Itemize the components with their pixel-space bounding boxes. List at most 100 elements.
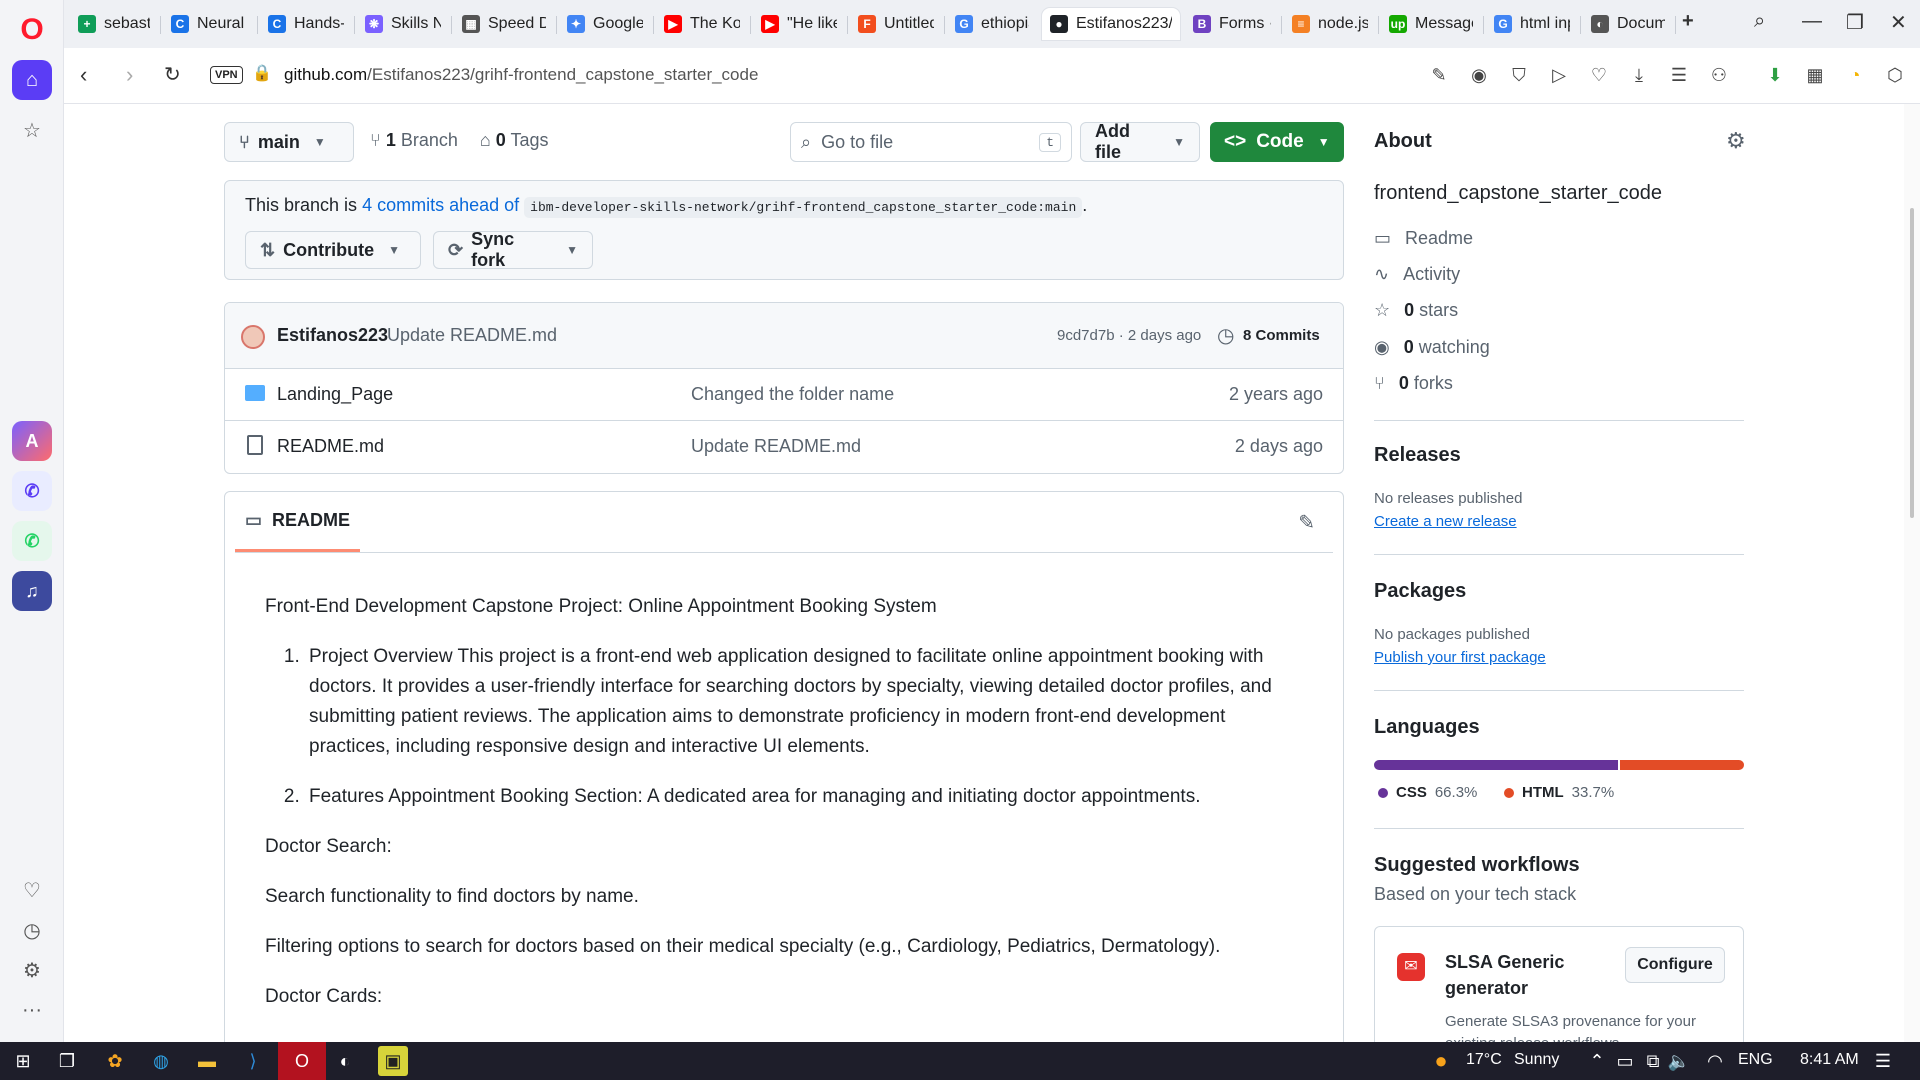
bookmark-heart-icon[interactable]: ♡: [1588, 64, 1610, 86]
add-file-button[interactable]: Add file ▼: [1080, 121, 1200, 162]
volume-icon[interactable]: 🔈: [1666, 1048, 1692, 1074]
commit-message[interactable]: Update README.md: [387, 325, 557, 346]
download-icon[interactable]: ⤓: [1628, 64, 1650, 86]
language-css[interactable]: CSS 66.3%: [1378, 784, 1477, 801]
activity-link[interactable]: ∿ Activity: [1374, 264, 1460, 285]
configure-button[interactable]: Configure: [1625, 947, 1725, 983]
vscode-icon[interactable]: ⟩: [240, 1048, 266, 1074]
history-icon[interactable]: ◷: [12, 910, 52, 950]
browser-tab[interactable]: up Message: [1381, 8, 1481, 40]
extension-download-icon[interactable]: ⬇: [1764, 64, 1786, 86]
edge-icon[interactable]: ◍: [148, 1048, 174, 1074]
browser-tab[interactable]: F Untitled: [850, 8, 942, 40]
browser-tab[interactable]: ● Estifanos223/gr: [1042, 8, 1180, 40]
color-extension-icon[interactable]: ◔: [1844, 64, 1866, 86]
easy-setup-icon[interactable]: ☰: [1668, 64, 1690, 86]
home-icon[interactable]: ⌂: [12, 60, 52, 100]
scrollbar-thumb[interactable]: [1910, 208, 1914, 518]
messenger-icon[interactable]: ✆: [12, 471, 52, 511]
browser-tab[interactable]: ✦ Google C: [559, 8, 651, 40]
copilot-icon[interactable]: ✿: [102, 1048, 128, 1074]
weather-condition[interactable]: Sunny: [1514, 1051, 1559, 1069]
search-tabs-icon[interactable]: ⌕: [1754, 10, 1765, 33]
minimize-icon[interactable]: —: [1802, 10, 1822, 33]
language-html[interactable]: HTML 33.7%: [1504, 784, 1614, 801]
app-icon[interactable]: ▣: [378, 1046, 408, 1076]
browser-tab[interactable]: + sebastian: [70, 8, 158, 40]
new-tab-button[interactable]: +: [1682, 10, 1694, 33]
releases-title[interactable]: Releases: [1374, 444, 1461, 467]
file-explorer-icon[interactable]: ▬: [194, 1048, 220, 1074]
commits-link[interactable]: 8 Commits: [1243, 327, 1320, 344]
browser-tab[interactable]: B Forms · B: [1185, 8, 1279, 40]
create-release-link[interactable]: Create a new release: [1374, 513, 1517, 530]
heart-icon[interactable]: ♡: [12, 870, 52, 910]
star-icon[interactable]: ☆: [12, 110, 52, 150]
edit-readme-icon[interactable]: ✎: [1298, 510, 1315, 535]
play-icon[interactable]: ▷: [1548, 64, 1570, 86]
file-name[interactable]: README.md: [277, 436, 384, 457]
vpn-badge[interactable]: VPN: [210, 66, 243, 84]
browser-tab[interactable]: ▦ Speed D: [454, 8, 554, 40]
battery-icon[interactable]: ▭: [1612, 1048, 1638, 1074]
file-row-landing-page[interactable]: Landing_Page Changed the folder name 2 y…: [225, 369, 1343, 421]
wifi-icon[interactable]: ◠: [1702, 1048, 1728, 1074]
more-icon[interactable]: ···: [12, 990, 52, 1030]
back-icon[interactable]: ‹: [80, 62, 87, 88]
readme-tab[interactable]: ▭ README: [235, 492, 361, 552]
browser-tab[interactable]: C Hands-o: [260, 8, 352, 40]
commit-hash-time[interactable]: 9cd7d7b · 2 days ago: [1057, 327, 1201, 344]
tags-link[interactable]: ⌂ 0 Tags: [480, 130, 549, 151]
clock[interactable]: 8:41 AM: [1800, 1051, 1859, 1069]
aria-app-icon[interactable]: A: [12, 421, 52, 461]
stars-link[interactable]: ☆ 0 stars: [1374, 300, 1458, 321]
readme-link[interactable]: ▭ Readme: [1374, 228, 1473, 249]
browser-tab[interactable]: C Neural N: [163, 8, 255, 40]
code-button[interactable]: <> Code ▼: [1210, 122, 1344, 162]
browser-tab[interactable]: ▶ The Kore: [656, 8, 748, 40]
edit-page-icon[interactable]: ✎: [1428, 64, 1450, 86]
weather-temp[interactable]: 17°C: [1466, 1051, 1502, 1069]
restore-icon[interactable]: ❐: [1846, 10, 1864, 35]
avatar[interactable]: [241, 325, 265, 349]
windows-start-icon[interactable]: ⊞: [10, 1048, 36, 1074]
opera-taskbar-icon[interactable]: O: [278, 1042, 326, 1080]
branches-link[interactable]: ⑂ 1 Branch: [370, 130, 458, 151]
tray-chevron-icon[interactable]: ⌃: [1584, 1048, 1610, 1074]
commits-ahead-link[interactable]: 4 commits ahead of: [362, 195, 519, 215]
browser-tab[interactable]: Ghtml inp: [1486, 8, 1578, 40]
opera-logo-icon[interactable]: O: [16, 12, 48, 48]
watchers-link[interactable]: ◉ 0 watching: [1374, 337, 1490, 358]
music-player-icon[interactable]: ♫: [12, 571, 52, 611]
branch-select-button[interactable]: ⑂ main ▼: [224, 122, 354, 162]
packages-title[interactable]: Packages: [1374, 580, 1466, 603]
file-name[interactable]: Landing_Page: [277, 384, 393, 405]
browser-tab[interactable]: ▶ "He likes: [753, 8, 845, 40]
settings-icon[interactable]: ⚙: [12, 950, 52, 990]
file-commit-message[interactable]: Update README.md: [691, 436, 861, 457]
publish-package-link[interactable]: Publish your first package: [1374, 649, 1546, 666]
url-field[interactable]: github.com/Estifanos223/grihf-frontend_c…: [284, 65, 758, 85]
forward-icon[interactable]: ›: [126, 62, 133, 88]
app-icon[interactable]: ◐: [332, 1048, 358, 1074]
profile-icon[interactable]: ⚇: [1708, 64, 1730, 86]
file-commit-message[interactable]: Changed the folder name: [691, 384, 894, 405]
browser-tab[interactable]: ◐ Docume: [1583, 8, 1673, 40]
notification-icon[interactable]: ☰: [1870, 1048, 1896, 1074]
contribute-button[interactable]: ⇅ Contribute ▼: [245, 231, 421, 269]
language-bar-segment[interactable]: [1619, 760, 1744, 770]
file-row-readme[interactable]: README.md Update README.md 2 days ago: [225, 421, 1343, 473]
whatsapp-icon[interactable]: ✆: [12, 521, 52, 561]
lock-icon[interactable]: 🔒: [252, 63, 272, 83]
task-view-icon[interactable]: ❐: [54, 1048, 80, 1074]
shield-icon[interactable]: ⛉: [1508, 64, 1530, 86]
device-icon[interactable]: ⧉: [1640, 1048, 1666, 1074]
browser-tab[interactable]: Gethiopian: [947, 8, 1037, 40]
gear-icon[interactable]: ⚙: [1726, 128, 1746, 154]
sync-fork-button[interactable]: ⟳ Sync fork ▼: [433, 229, 593, 270]
reload-icon[interactable]: ↻: [164, 62, 181, 87]
commit-author[interactable]: Estifanos223: [277, 325, 388, 346]
language-bar-segment[interactable]: [1374, 760, 1618, 770]
page-scrollbar[interactable]: [1904, 104, 1920, 1042]
qr-extension-icon[interactable]: ▦: [1804, 64, 1826, 86]
